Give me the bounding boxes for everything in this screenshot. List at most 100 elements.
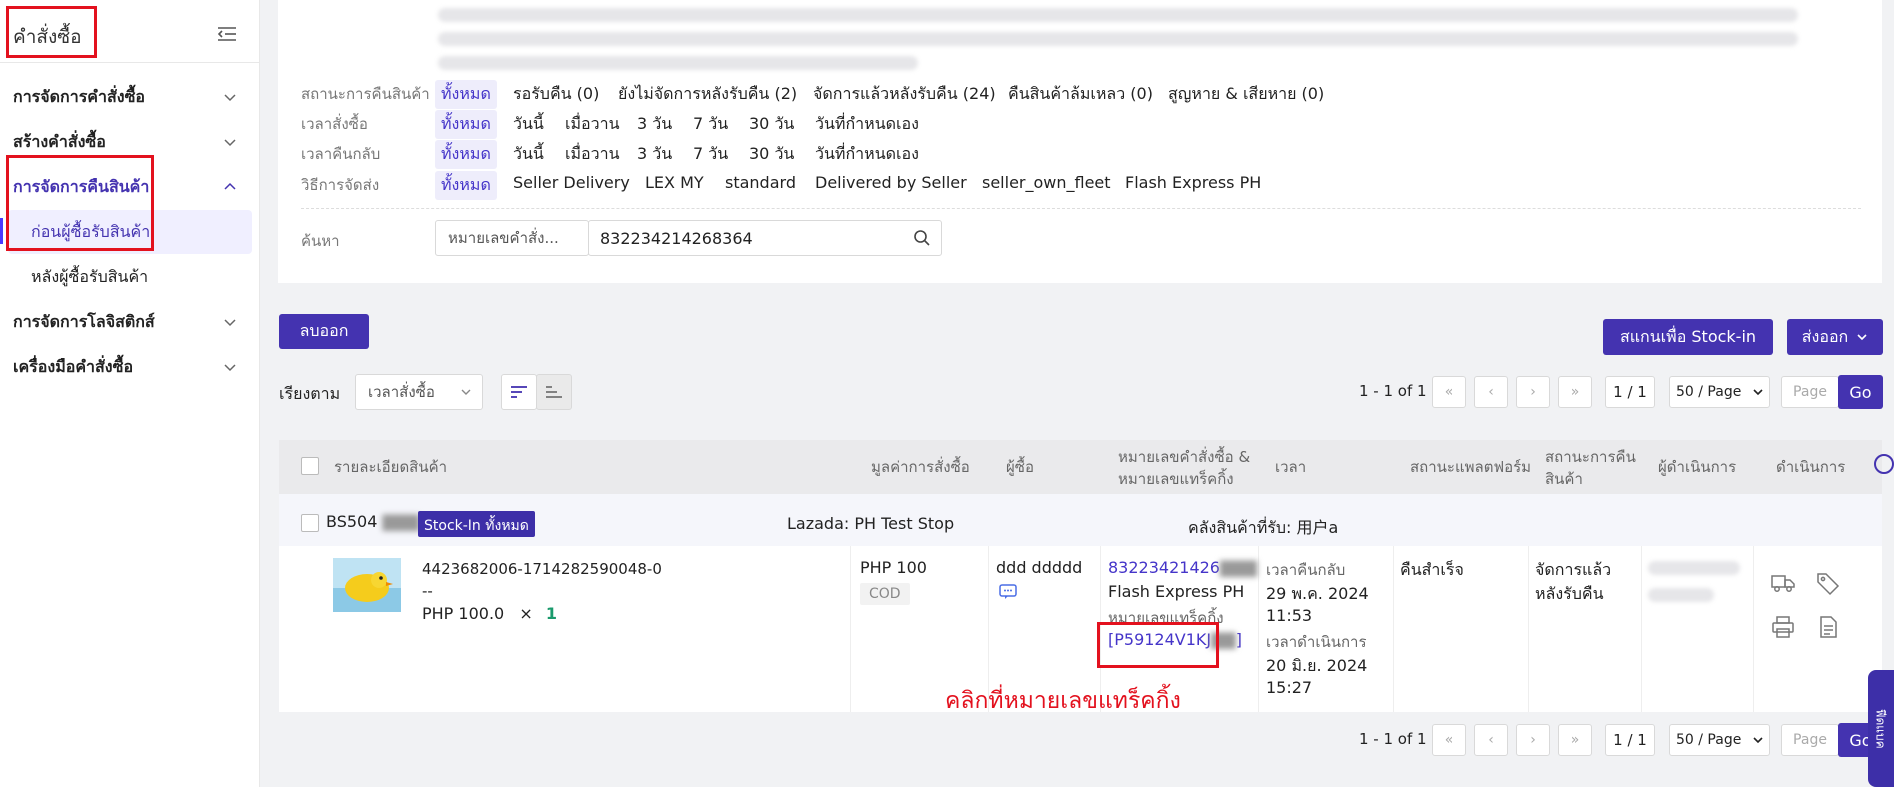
sort-desc-button[interactable] — [501, 374, 537, 410]
filter-option[interactable]: คืนสินค้าล้มเหลว (0) — [1008, 82, 1153, 107]
scan-stock-in-button[interactable]: สแกนเพื่อ Stock-in — [1603, 319, 1773, 355]
highlight-title-box — [6, 6, 97, 58]
col-product-details: รายละเอียดสินค้า — [334, 458, 448, 476]
warehouse: คลังสินค้าที่รับ: 用户a — [1188, 518, 1339, 537]
price-value: PHP 100.0 — [422, 604, 505, 623]
sort-select[interactable]: เวลาสั่งซื้อ — [355, 374, 483, 410]
filter-option[interactable]: ยังไม่จัดการหลังรับคืน (2) — [618, 82, 797, 107]
go-button[interactable]: Go — [1838, 375, 1883, 409]
filter-option[interactable]: ทั้งหมด — [435, 80, 497, 109]
order-value: PHP 100 — [860, 558, 927, 577]
filter-option[interactable]: 7 วัน — [693, 112, 728, 137]
filter-option[interactable]: ทั้งหมด — [435, 140, 497, 169]
pagination-range-bottom: 1 - 1 of 1 — [1359, 730, 1427, 748]
prev-page-button[interactable]: ‹ — [1474, 376, 1508, 408]
collapse-menu-icon[interactable] — [216, 25, 238, 43]
page-size-select-bottom[interactable]: 50 / Page — [1669, 724, 1770, 756]
col-divider — [1641, 546, 1642, 712]
filter-label-shipping: วิธีการจัดส่ง — [301, 176, 380, 194]
next-page-button[interactable]: › — [1516, 724, 1550, 756]
quantity: 1 — [545, 604, 557, 623]
col-divider — [850, 546, 851, 712]
filter-option[interactable]: ทั้งหมด — [435, 171, 497, 200]
return-clock: 11:53 — [1266, 606, 1313, 625]
col-divider — [1258, 546, 1259, 712]
chevron-right-icon: › — [1530, 732, 1536, 748]
product-image[interactable] — [333, 558, 401, 612]
filter-option[interactable]: รอรับคืน (0) — [513, 82, 599, 107]
filter-option[interactable]: วันนี้ — [513, 142, 544, 167]
return-date: 29 พ.ค. 2024 — [1266, 584, 1369, 603]
sort-asc-button[interactable] — [536, 374, 572, 410]
filter-option[interactable]: วันนี้ — [513, 112, 544, 137]
process-clock: 15:27 — [1266, 678, 1313, 697]
search-input[interactable]: 832234214268364 — [588, 220, 942, 256]
first-page-button[interactable]: « — [1432, 376, 1466, 408]
filter-option[interactable]: 30 วัน — [749, 112, 794, 137]
export-button[interactable]: ส่งออก — [1787, 319, 1883, 355]
filter-option[interactable]: Seller Delivery — [513, 173, 630, 192]
page-indicator: 1 / 1 — [1605, 376, 1655, 408]
submenu-after-buyer-receive[interactable]: หลังผู้ซื้อรับสินค้า — [31, 265, 148, 290]
col-platform-status: สถานะแพลตฟอร์ม — [1410, 458, 1532, 476]
filter-option[interactable]: เมื่อวาน — [565, 112, 620, 137]
search-input-value: 832234214268364 — [600, 228, 753, 248]
menu-create-order[interactable]: สร้างคำสั่งซื้อ — [13, 130, 106, 155]
filter-option[interactable]: 3 วัน — [637, 142, 672, 167]
group-id-text: BS504 — [326, 512, 378, 531]
order-number: 83223421426 — [1108, 558, 1220, 577]
search-label: ค้นหา — [301, 232, 340, 250]
delete-button[interactable]: ลบออก — [279, 314, 369, 349]
search-icon[interactable] — [913, 229, 931, 247]
prev-page-button[interactable]: ‹ — [1474, 724, 1508, 756]
page-size-select[interactable]: 50 / Page — [1669, 376, 1770, 408]
return-status: จัดการแล้ว หลังรับคืน — [1535, 560, 1612, 603]
sidebar-divider — [0, 62, 260, 63]
print-icon[interactable] — [1770, 614, 1796, 640]
filter-option[interactable]: Flash Express PH — [1125, 173, 1261, 192]
group-id: BS504 ▇▇▇ — [326, 512, 419, 531]
blurred-operator — [1648, 561, 1740, 575]
filter-option[interactable]: LEX MY — [645, 173, 704, 192]
filter-option[interactable]: standard — [725, 173, 796, 192]
filter-option[interactable]: เมื่อวาน — [565, 142, 620, 167]
sort-descending-icon — [511, 386, 527, 398]
filter-divider — [301, 208, 1861, 209]
page-jump-input-bottom[interactable]: Page — [1781, 724, 1839, 756]
filter-option[interactable]: 30 วัน — [749, 142, 794, 167]
filter-option[interactable]: Delivered by Seller — [815, 173, 967, 192]
blurred-filter-row — [438, 8, 1798, 22]
filter-option[interactable]: 7 วัน — [693, 142, 728, 167]
filter-option[interactable]: วันที่กำหนดเอง — [815, 112, 919, 137]
pagination-range: 1 - 1 of 1 — [1359, 382, 1427, 400]
tag-icon[interactable] — [1815, 570, 1841, 596]
select-all-checkbox[interactable] — [301, 457, 319, 475]
last-page-button[interactable]: » — [1558, 724, 1592, 756]
filter-option[interactable]: วันที่กำหนดเอง — [815, 142, 919, 167]
filter-option[interactable]: สูญหาย & เสียหาย (0) — [1168, 82, 1324, 107]
order-number-link[interactable]: 83223421426▇▇▇ — [1108, 558, 1257, 577]
blurred-filter-row — [438, 56, 918, 70]
chevron-down-icon — [224, 319, 236, 327]
filter-option[interactable]: 3 วัน — [637, 112, 672, 137]
filter-option[interactable]: จัดการแล้วหลังรับคืน (24) — [813, 82, 996, 107]
settings-circle-icon[interactable] — [1874, 454, 1894, 474]
truck-icon[interactable] — [1770, 570, 1796, 596]
search-type-select[interactable]: หมายเลขคำสั่ง... — [435, 220, 589, 256]
last-page-button[interactable]: » — [1558, 376, 1592, 408]
filter-option[interactable]: ทั้งหมด — [435, 110, 497, 139]
document-icon[interactable] — [1815, 614, 1841, 640]
filter-option[interactable]: seller_own_fleet — [982, 173, 1111, 192]
menu-logistics[interactable]: การจัดการโลจิสติกส์ — [13, 310, 155, 335]
next-page-button[interactable]: › — [1516, 376, 1550, 408]
first-page-button[interactable]: « — [1432, 724, 1466, 756]
sort-select-value: เวลาสั่งซื้อ — [368, 383, 435, 401]
menu-order-management[interactable]: การจัดการคำสั่งซื้อ — [13, 85, 145, 110]
chat-icon[interactable] — [999, 584, 1017, 600]
menu-order-tools[interactable]: เครื่องมือคำสั่งซื้อ — [13, 355, 133, 380]
page-jump-input[interactable]: Page — [1781, 376, 1839, 408]
row-checkbox[interactable] — [301, 514, 319, 532]
sort-ascending-icon — [546, 386, 562, 398]
col-time: เวลา — [1275, 458, 1307, 476]
feedback-tab[interactable]: ฟีดแบค — [1868, 670, 1894, 787]
